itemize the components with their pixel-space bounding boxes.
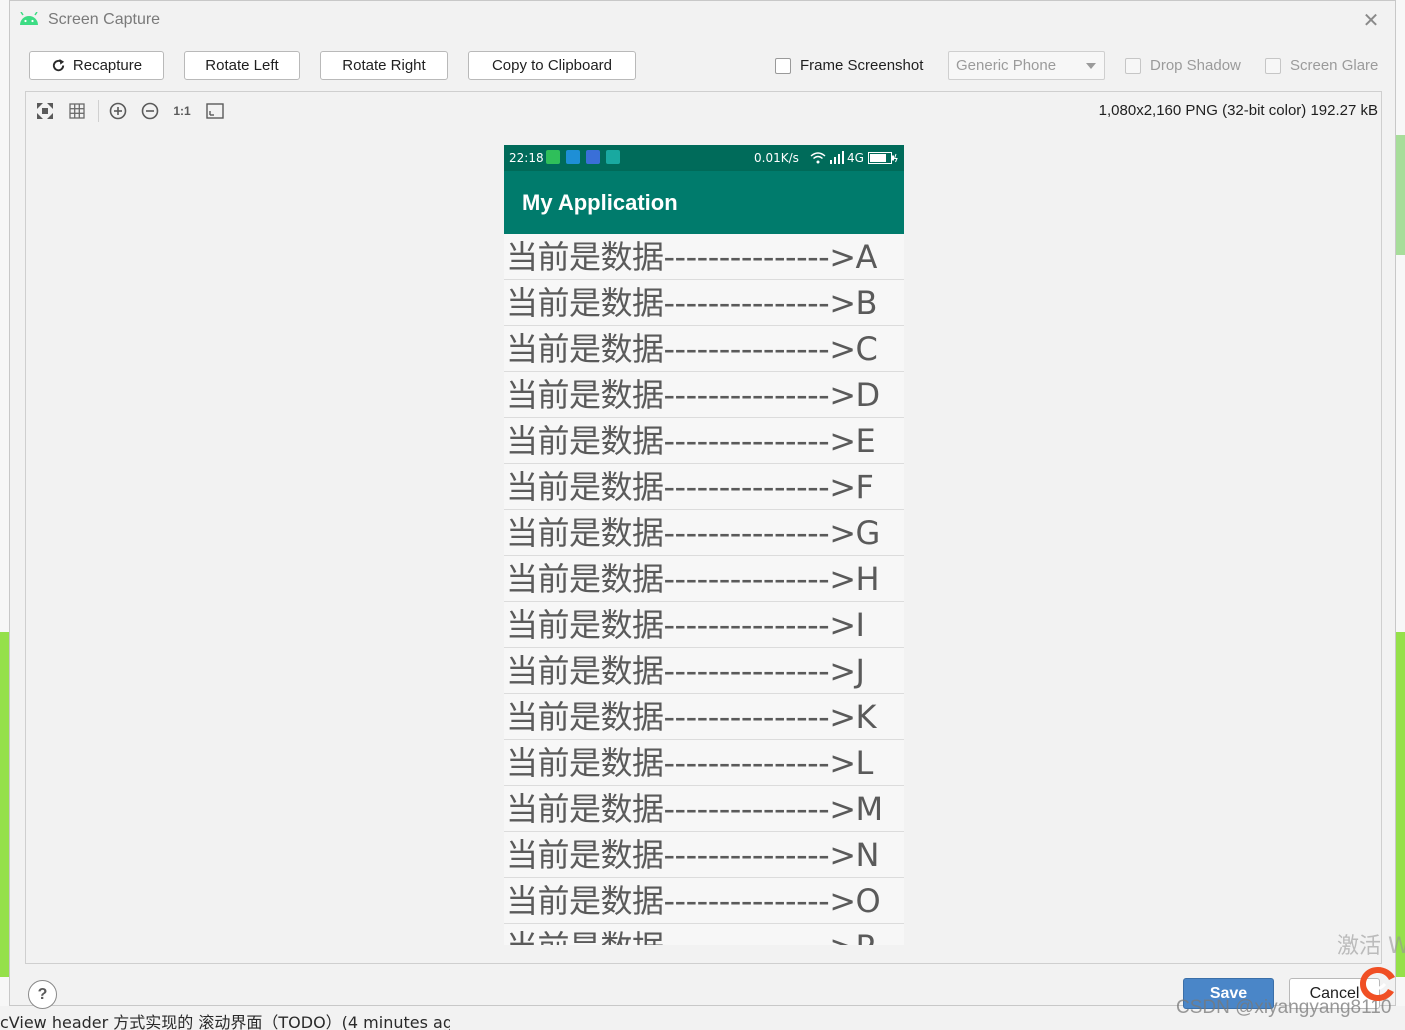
- rotate-left-button[interactable]: Rotate Left: [184, 51, 300, 80]
- grid-icon[interactable]: [67, 101, 87, 121]
- sync-icon: [566, 150, 580, 164]
- list-item: 当前是数据--------------->D: [504, 372, 904, 418]
- list-item: 当前是数据--------------->I: [504, 602, 904, 648]
- data-list: 当前是数据--------------->A 当前是数据-------------…: [504, 234, 904, 945]
- toolbar-divider: [98, 100, 99, 122]
- list-item: 当前是数据--------------->P: [504, 924, 904, 945]
- list-item: 当前是数据--------------->H: [504, 556, 904, 602]
- device-frame-value: Generic Phone: [956, 57, 1057, 74]
- list-item: 当前是数据--------------->F: [504, 464, 904, 510]
- dialog-titlebar: Screen Capture ✕: [10, 1, 1395, 39]
- zoom-in-icon[interactable]: [108, 101, 128, 121]
- background-highlight-right: [1396, 632, 1405, 977]
- help-button[interactable]: ?: [28, 980, 57, 1009]
- list-item: 当前是数据--------------->M: [504, 786, 904, 832]
- dialog-title: Screen Capture: [48, 11, 161, 28]
- list-item: 当前是数据--------------->C: [504, 326, 904, 372]
- close-icon[interactable]: ✕: [1361, 10, 1381, 30]
- screen-capture-dialog: Screen Capture ✕ Recapture Rotate Left R…: [9, 0, 1396, 1009]
- app-title: My Application: [522, 190, 678, 215]
- drop-shadow-label: Drop Shadow: [1150, 57, 1241, 74]
- screenshot-preview: 22:18 0.01K/s 4G My Application 当前是数据---…: [504, 145, 904, 945]
- recapture-button[interactable]: Recapture: [29, 51, 164, 80]
- list-item: 当前是数据--------------->O: [504, 878, 904, 924]
- screen-glare-checkbox[interactable]: [1265, 58, 1281, 74]
- battery-icon: [868, 152, 898, 164]
- background-highlight-left: [0, 632, 9, 977]
- image-info: 1,080x2,160 PNG (32-bit color) 192.27 kB: [1098, 102, 1378, 119]
- recapture-label: Recapture: [72, 57, 143, 74]
- background-highlight-right-top: [1396, 135, 1405, 255]
- list-item: 当前是数据--------------->G: [504, 510, 904, 556]
- list-item: 当前是数据--------------->E: [504, 418, 904, 464]
- screen-glare-label: Screen Glare: [1290, 57, 1379, 74]
- copy-to-clipboard-button[interactable]: Copy to Clipboard: [468, 51, 636, 80]
- background-status-text: cView header 方式实现的 滚动界面（TODO）(4 minutes …: [0, 1013, 450, 1030]
- frame-icon[interactable]: [205, 101, 225, 121]
- list-item: 当前是数据--------------->A: [504, 234, 904, 280]
- signal-icon: [830, 151, 844, 164]
- message-icon: [546, 150, 560, 164]
- android-icon: [20, 12, 38, 25]
- refresh-icon: [52, 58, 65, 72]
- frame-screenshot-label: Frame Screenshot: [800, 57, 924, 74]
- actual-size-icon[interactable]: 1:1: [172, 101, 192, 121]
- file-icon: [586, 150, 600, 164]
- status-time: 22:18: [509, 151, 544, 165]
- status-speed: 0.01K/s: [754, 151, 799, 165]
- zoom-out-icon[interactable]: [140, 101, 160, 121]
- status-network: 4G: [847, 151, 864, 165]
- wifi-icon: [810, 152, 826, 164]
- list-item: 当前是数据--------------->N: [504, 832, 904, 878]
- list-item: 当前是数据--------------->B: [504, 280, 904, 326]
- chevron-down-icon: [1086, 63, 1096, 69]
- rotate-right-button[interactable]: Rotate Right: [320, 51, 448, 80]
- device-frame-select[interactable]: Generic Phone: [948, 51, 1105, 80]
- frame-screenshot-checkbox[interactable]: [775, 58, 791, 74]
- list-item: 当前是数据--------------->L: [504, 740, 904, 786]
- activate-windows-text: 激活 W: [1337, 934, 1405, 959]
- usb-icon: [606, 150, 620, 164]
- list-item: 当前是数据--------------->K: [504, 694, 904, 740]
- app-bar: My Application: [504, 171, 904, 234]
- list-item: 当前是数据--------------->J: [504, 648, 904, 694]
- sogou-ime-icon[interactable]: [1358, 965, 1398, 1003]
- image-preview-panel: 1:1 1,080x2,160 PNG (32-bit color) 192.2…: [25, 91, 1382, 964]
- fit-screen-icon[interactable]: [35, 101, 55, 121]
- phone-status-bar: 22:18 0.01K/s 4G: [504, 145, 904, 171]
- drop-shadow-checkbox[interactable]: [1125, 58, 1141, 74]
